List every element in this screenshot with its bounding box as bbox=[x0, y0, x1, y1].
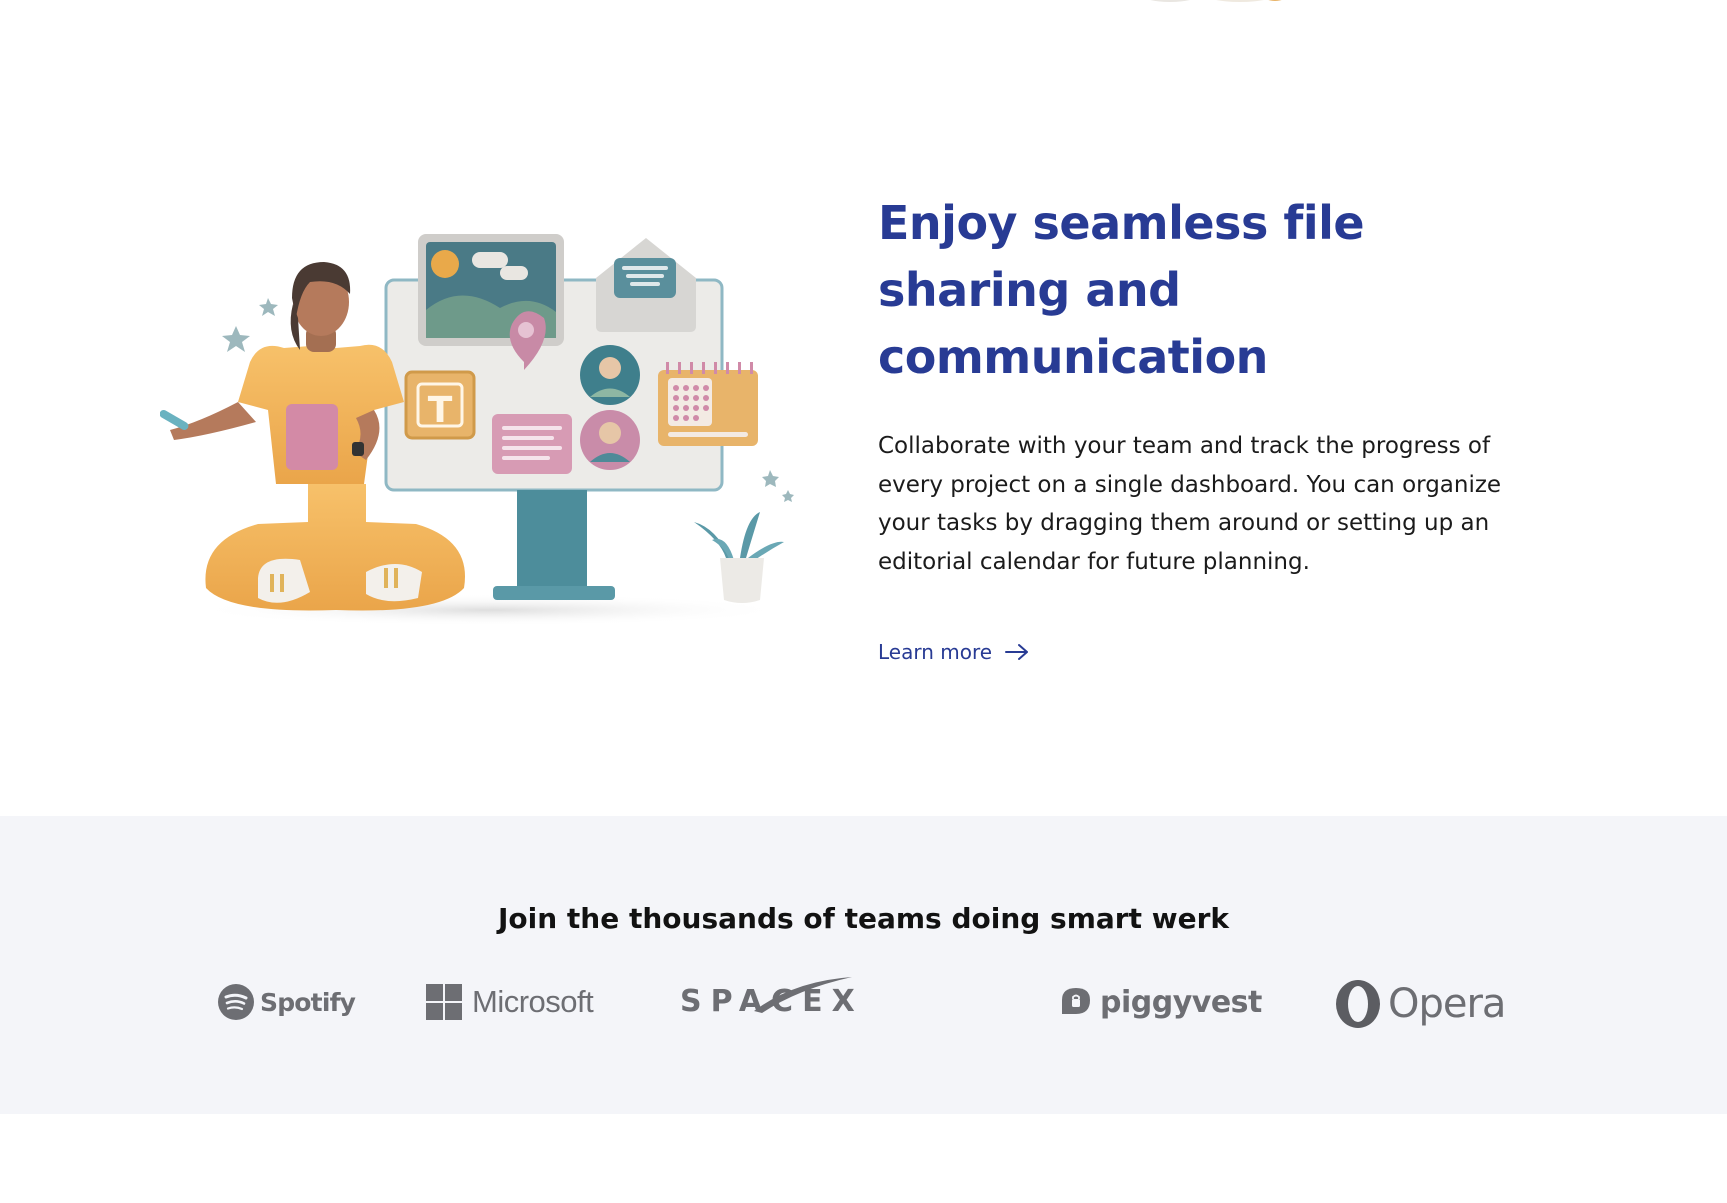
spotify-logo: Spotify bbox=[218, 984, 356, 1020]
headline-line: sharing and bbox=[878, 263, 1181, 317]
logo-name: Spotify bbox=[260, 987, 356, 1017]
feature-copy: Enjoy seamless file sharing and communic… bbox=[878, 190, 1558, 581]
spotify-icon bbox=[218, 984, 254, 1020]
customer-logos-section: Join the thousands of teams doing smart … bbox=[0, 816, 1727, 1114]
logos-title: Join the thousands of teams doing smart … bbox=[497, 902, 1230, 935]
logo-name: piggyvest bbox=[1100, 984, 1262, 1020]
spacex-swoosh-icon bbox=[753, 976, 852, 1013]
learn-more-link[interactable]: Learn more bbox=[878, 640, 1030, 664]
person-with-monitor-illustration: T bbox=[160, 234, 794, 626]
microsoft-logo: Microsoft bbox=[426, 984, 594, 1020]
svg-text:T: T bbox=[428, 390, 453, 431]
headline-line: communication bbox=[878, 330, 1268, 384]
piggyvest-logo: piggyvest bbox=[1058, 984, 1262, 1020]
headline-line: Enjoy seamless file bbox=[878, 196, 1365, 250]
opera-logo: Opera bbox=[1334, 978, 1506, 1030]
feature-section: T Enjoy seamless file sharing and commun… bbox=[0, 0, 1727, 816]
logo-name: Opera bbox=[1388, 981, 1506, 1027]
arrow-right-icon bbox=[1005, 644, 1029, 660]
learn-more-label: Learn more bbox=[878, 640, 993, 664]
logo-name: Microsoft bbox=[472, 984, 594, 1019]
spacex-logo: SPACEX bbox=[680, 976, 855, 1019]
microsoft-icon bbox=[426, 984, 462, 1020]
feature-description: Collaborate with your team and track the… bbox=[878, 433, 1502, 575]
feature-headline: Enjoy seamless file sharing and communic… bbox=[878, 190, 1398, 391]
piggyvest-icon bbox=[1062, 988, 1090, 1014]
opera-icon bbox=[1336, 980, 1380, 1028]
